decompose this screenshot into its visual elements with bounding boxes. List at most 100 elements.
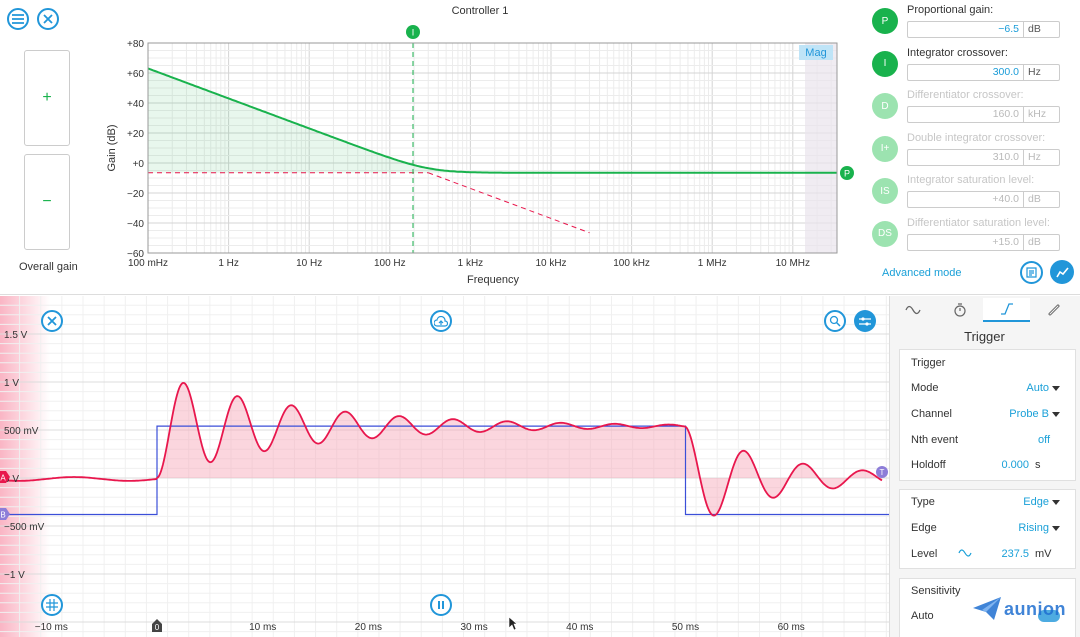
channel-select[interactable]: Probe B: [990, 408, 1060, 420]
sliders-icon: [859, 316, 871, 326]
param-value-input[interactable]: 310.0: [907, 148, 1023, 166]
svg-text:I: I: [412, 28, 415, 38]
channel-label: Channel: [911, 408, 952, 420]
holdoff-input[interactable]: 0.000: [980, 459, 1029, 471]
trigger-position-marker[interactable]: 0: [152, 619, 162, 632]
gain-decrease-button[interactable]: −: [24, 154, 70, 250]
stopwatch-icon: [953, 303, 966, 317]
scope-ytick: 1 V: [4, 378, 19, 389]
controller-title: Controller 1: [451, 5, 509, 17]
bode-plot[interactable]: +80+60+40+20+0−20−40−60 100 mHz 1 Hz 10 Hz…: [100, 22, 870, 292]
edge-select[interactable]: Rising: [990, 522, 1060, 534]
bode-ytick: +60: [127, 69, 144, 80]
param-value-input[interactable]: +15.0: [907, 233, 1023, 251]
param-badge-p[interactable]: P: [872, 8, 898, 34]
overall-gain-label: Overall gain: [19, 261, 78, 273]
svg-text:Mag: Mag: [805, 47, 826, 59]
pause-icon: [438, 601, 444, 609]
chart-button[interactable]: [1050, 260, 1074, 284]
param-unit: Hz: [1023, 63, 1060, 81]
param-badge-d[interactable]: D: [872, 93, 898, 119]
notes-button[interactable]: [1020, 261, 1043, 284]
menu-button[interactable]: [7, 8, 29, 30]
bode-xtick: 1 Hz: [218, 258, 239, 269]
param-label: Integrator saturation level:: [907, 174, 1035, 186]
scope-settings-button[interactable]: [854, 310, 876, 332]
scope-ytick: 500 mV: [4, 426, 39, 437]
bode-ylabel: Gain (dB): [106, 124, 118, 171]
close-button[interactable]: [37, 8, 59, 30]
scope-xtick: 30 ms: [460, 622, 487, 633]
cloud-upload-button[interactable]: [430, 310, 452, 332]
type-label: Type: [911, 496, 935, 508]
bode-ytick: −40: [127, 219, 144, 230]
zoom-icon: [829, 315, 841, 327]
svg-text:0: 0: [155, 623, 160, 632]
chevron-down-icon: [1052, 499, 1060, 505]
scope-close-button[interactable]: [41, 310, 63, 332]
grid-icon: [46, 599, 58, 611]
param-value-input[interactable]: 160.0: [907, 106, 1023, 123]
notes-icon: [1026, 267, 1037, 278]
sensitivity-title: Sensitivity: [911, 585, 961, 597]
integrator-marker[interactable]: I: [406, 25, 420, 39]
param-badge-ds[interactable]: DS: [872, 220, 898, 247]
param-value-input[interactable]: −6.5: [907, 21, 1023, 38]
bode-ytick: −20: [127, 189, 144, 200]
trigger-section-title: Trigger: [911, 357, 946, 369]
mode-select[interactable]: Auto: [1000, 382, 1060, 394]
param-badge-iplus[interactable]: I+: [872, 135, 898, 162]
param-unit: dB: [1023, 21, 1060, 38]
param-label: Integrator crossover:: [907, 46, 1008, 59]
trigger-title: Trigger: [964, 329, 1005, 344]
tab-trigger[interactable]: [983, 298, 1030, 322]
bode-xtick: 1 kHz: [458, 258, 484, 269]
param-value-input[interactable]: 300.0: [907, 63, 1023, 81]
advanced-mode-link[interactable]: Advanced mode: [882, 267, 962, 279]
scope-xtick: 50 ms: [672, 622, 699, 633]
level-input[interactable]: 237.5: [980, 548, 1029, 560]
zoom-fit-button[interactable]: [824, 310, 846, 332]
nth-event-value[interactable]: off: [1000, 434, 1050, 446]
param-label: Proportional gain:: [907, 4, 994, 16]
bode-ytick: +40: [127, 99, 144, 110]
level-unit: mV: [1035, 548, 1052, 560]
svg-text:B: B: [0, 511, 5, 520]
type-select[interactable]: Edge: [1000, 496, 1060, 508]
bode-ytick: +80: [127, 39, 144, 50]
tab-waveform[interactable]: [889, 298, 936, 322]
gain-increase-button[interactable]: +: [24, 50, 70, 146]
pause-button[interactable]: [430, 594, 452, 616]
param-value-input[interactable]: +40.0: [907, 191, 1023, 208]
bode-ytick: +20: [127, 129, 144, 140]
paper-plane-icon: [973, 597, 1001, 620]
trend-icon: [1055, 266, 1069, 277]
scope-xtick: 40 ms: [566, 622, 593, 633]
grid-toggle-button[interactable]: [41, 594, 63, 616]
tab-probe[interactable]: [1030, 298, 1077, 322]
svg-text:P: P: [844, 169, 850, 179]
sine-wave-icon: [904, 305, 921, 315]
scope-ytick: 1.5 V: [4, 330, 28, 341]
svg-text:T: T: [880, 468, 885, 477]
trigger-level-marker[interactable]: T: [876, 466, 888, 478]
bode-xlabel: Frequency: [467, 274, 519, 286]
svg-text:A: A: [0, 474, 6, 483]
param-badge-is[interactable]: IS: [872, 178, 898, 204]
param-unit: dB: [1023, 191, 1060, 208]
scope-xtick: 60 ms: [778, 622, 805, 633]
chevron-down-icon: [1052, 411, 1060, 417]
mode-label: Mode: [911, 382, 939, 394]
proportional-marker[interactable]: P: [840, 166, 854, 180]
bode-xtick: 1 MHz: [698, 258, 727, 269]
scope-plot[interactable]: 1.5 V1 V500 mV0 V−500 mV−1 V −10 ms 10 ms…: [0, 296, 889, 637]
close-icon: [47, 316, 57, 326]
bode-xtick: 10 kHz: [535, 258, 566, 269]
bode-xtick: 100 kHz: [613, 258, 650, 269]
tab-timebase[interactable]: [936, 298, 983, 322]
chevron-down-icon: [1052, 385, 1060, 391]
param-badge-i[interactable]: I: [872, 50, 898, 77]
probe-icon: [1048, 304, 1059, 316]
mag-badge[interactable]: Mag: [799, 45, 833, 60]
level-label: Level: [911, 548, 938, 560]
